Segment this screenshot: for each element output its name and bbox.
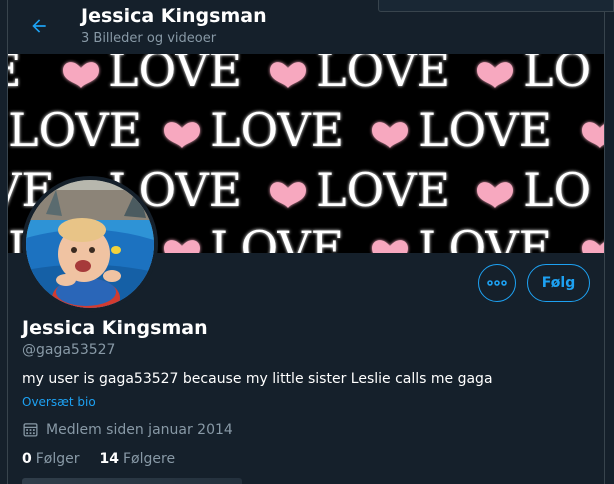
joined-label: Medlem siden januar 2014 bbox=[46, 421, 233, 438]
svg-text:LOVE: LOVE bbox=[108, 54, 242, 97]
truncated-content bbox=[22, 478, 242, 484]
svg-text:LOVE: LOVE bbox=[210, 221, 344, 253]
follow-button[interactable]: Følg bbox=[527, 264, 590, 302]
svg-text:LO: LO bbox=[523, 163, 591, 217]
top-right-panel bbox=[378, 0, 614, 12]
avatar[interactable] bbox=[22, 176, 158, 312]
followers-label: Følgere bbox=[123, 451, 176, 467]
svg-text:LOVE: LOVE bbox=[316, 163, 450, 217]
profile-name: Jessica Kingsman bbox=[22, 317, 208, 339]
arrow-left-icon bbox=[32, 19, 46, 33]
profile-bio: my user is gaga53527 because my little s… bbox=[22, 371, 493, 387]
more-horizontal-icon bbox=[487, 280, 507, 286]
follow-stats: 0 Følger 14 Følgere bbox=[22, 451, 175, 467]
following-label: Følger bbox=[35, 451, 80, 467]
following-count: 0 bbox=[22, 451, 32, 467]
translate-bio-link[interactable]: Oversæt bio bbox=[22, 395, 96, 409]
followers-link[interactable]: 14 Følgere bbox=[100, 451, 176, 467]
header-title: Jessica Kingsman bbox=[81, 5, 267, 27]
more-button[interactable] bbox=[478, 264, 516, 302]
profile-column: Jessica Kingsman 3 Billeder og videoer E bbox=[7, 0, 605, 484]
svg-text:LOVE: LOVE bbox=[418, 221, 552, 253]
back-button[interactable] bbox=[24, 11, 54, 41]
calendar-icon bbox=[23, 423, 38, 437]
followers-count: 14 bbox=[99, 451, 119, 467]
svg-text:LOVE: LOVE bbox=[418, 103, 552, 157]
svg-text:LO: LO bbox=[523, 54, 591, 97]
svg-text:LOVE: LOVE bbox=[316, 54, 450, 97]
header-subtitle: 3 Billeder og videoer bbox=[81, 31, 217, 46]
svg-text:LOVE: LOVE bbox=[8, 103, 142, 157]
profile-handle: @gaga53527 bbox=[22, 342, 116, 358]
svg-text:E: E bbox=[8, 54, 22, 97]
joined-date: Medlem siden januar 2014 bbox=[22, 421, 233, 438]
avatar-photo bbox=[26, 180, 154, 308]
following-link[interactable]: 0 Følger bbox=[22, 451, 80, 467]
svg-text:LOVE: LOVE bbox=[210, 103, 344, 157]
